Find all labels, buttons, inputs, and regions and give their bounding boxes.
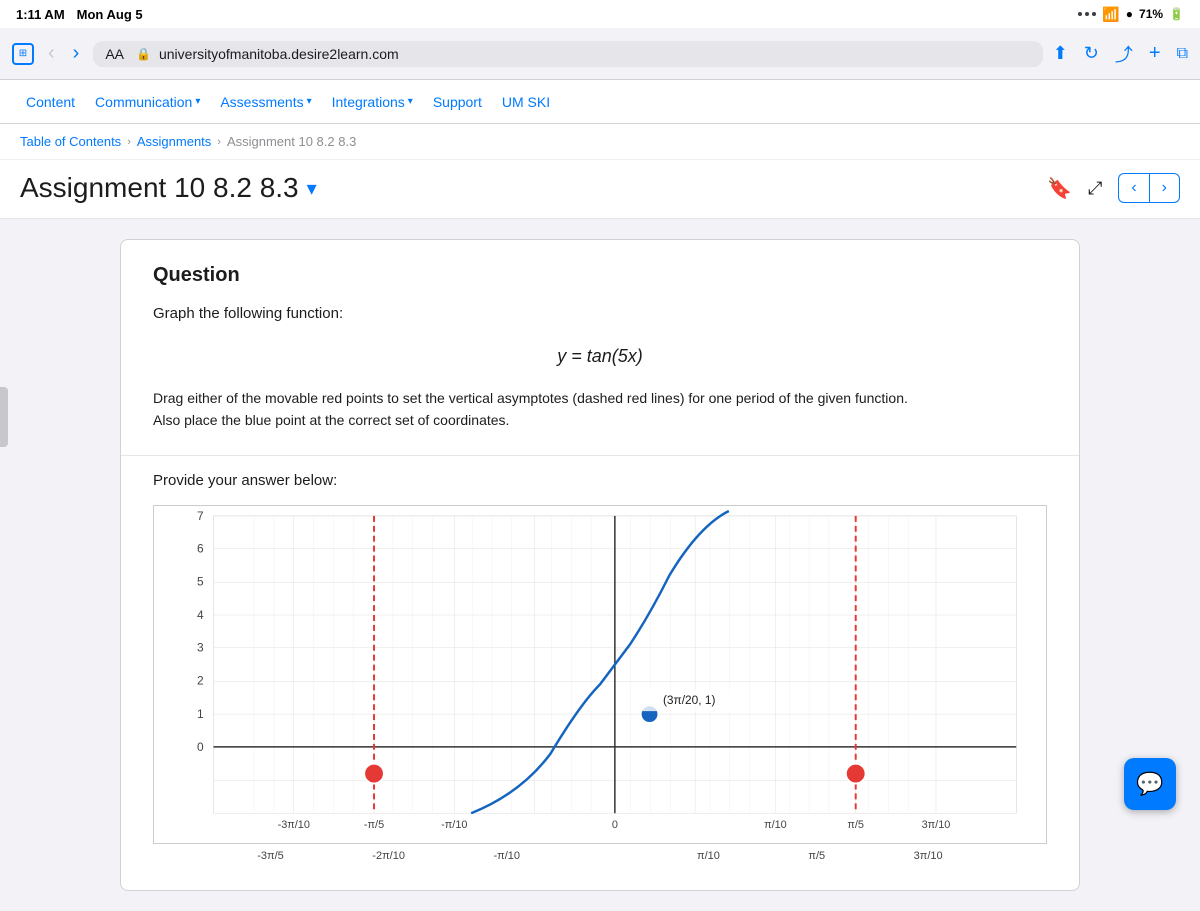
svg-text:π/5: π/5 [847, 819, 864, 831]
nav-assessments[interactable]: Assessments ▾ [210, 80, 321, 124]
tabs-icon[interactable]: ⧉ [1177, 45, 1188, 63]
xlabel-3: -π/10 [493, 850, 520, 862]
nav-integrations-label: Integrations [332, 94, 405, 110]
battery-icon: 🔋 [1169, 7, 1184, 21]
xlabel-1: -3π/5 [257, 850, 284, 862]
svg-text:3π/10: 3π/10 [922, 819, 951, 831]
header-actions: 🔖 ⤢ ‹ › [1047, 173, 1180, 203]
xlabel-5: π/10 [697, 850, 720, 862]
breadcrumb-sep-1: › [127, 136, 131, 148]
page-title: Assignment 10 8.2 8.3 [20, 172, 299, 204]
nav-support[interactable]: Support [423, 80, 492, 124]
forward-button[interactable]: › [69, 42, 84, 65]
page-title-row: Assignment 10 8.2 8.3 ▾ [20, 172, 317, 204]
back-button[interactable]: ‹ [44, 42, 59, 65]
nav-umski[interactable]: UM SKI [492, 80, 560, 124]
svg-text:6: 6 [197, 542, 204, 556]
nav-umski-label: UM SKI [502, 94, 550, 110]
address-bar[interactable]: AA 🔒 universityofmanitoba.desire2learn.c… [93, 41, 1042, 67]
tab-grid-icon[interactable]: ⊞ [12, 43, 34, 65]
nav-arrows: ‹ › [1118, 173, 1180, 203]
breadcrumb-toc[interactable]: Table of Contents [20, 134, 121, 149]
x-axis-labels-row: -3π/5 -2π/10 -π/10 π/10 π/5 3π/10 [153, 846, 1047, 866]
title-dropdown-chevron[interactable]: ▾ [307, 176, 317, 201]
xlabel-6: π/5 [808, 850, 825, 862]
next-assignment-button[interactable]: › [1149, 173, 1180, 203]
svg-text:3: 3 [197, 641, 204, 655]
communication-chevron: ▾ [195, 96, 200, 107]
svg-text:4: 4 [197, 608, 204, 622]
formula-display: y = tan(5x) [153, 346, 1047, 367]
breadcrumb-sep-2: › [217, 136, 221, 148]
page-header: Assignment 10 8.2 8.3 ▾ 🔖 ⤢ ‹ › [0, 160, 1200, 219]
svg-text:1: 1 [197, 707, 204, 721]
nav-support-label: Support [433, 94, 482, 110]
more-menu-icon [1078, 12, 1096, 16]
xlabel-7: 3π/10 [914, 850, 943, 862]
svg-text:-π/10: -π/10 [441, 819, 467, 831]
chat-button[interactable]: 💬 [1124, 758, 1176, 810]
xlabel-2: -2π/10 [372, 850, 405, 862]
prev-assignment-button[interactable]: ‹ [1118, 173, 1148, 203]
svg-text:5: 5 [197, 575, 204, 589]
breadcrumb-current: Assignment 10 8.2 8.3 [227, 134, 356, 149]
toolbar-right: ⬆ ↻ ⤴ + ⧉ [1053, 41, 1188, 67]
breadcrumb-assignments[interactable]: Assignments [137, 134, 211, 149]
svg-text:π/10: π/10 [764, 819, 787, 831]
add-tab-icon[interactable]: + [1149, 42, 1161, 65]
question-card: Question Graph the following function: y… [120, 239, 1080, 891]
reload-icon[interactable]: ↻ [1084, 43, 1099, 64]
site-navigation: Content Communication ▾ Assessments ▾ In… [0, 80, 1200, 124]
question-title: Question [153, 264, 1047, 287]
svg-text:-π/5: -π/5 [364, 819, 384, 831]
lock-icon: 🔒 [136, 47, 151, 61]
svg-text:0: 0 [197, 740, 204, 754]
share-box-icon[interactable]: ⤴ [1115, 41, 1133, 67]
url-text: universityofmanitoba.desire2learn.com [159, 46, 399, 62]
share-icon[interactable]: ⬆ [1053, 43, 1068, 64]
svg-text:-3π/10: -3π/10 [278, 819, 310, 831]
wifi-icon: 📶 [1102, 6, 1119, 23]
day: Mon Aug 5 [77, 7, 143, 22]
chat-icon: 💬 [1136, 771, 1163, 797]
assessments-chevron: ▾ [307, 96, 312, 107]
nav-content-label: Content [26, 94, 75, 110]
time: 1:11 AM [16, 7, 65, 22]
svg-text:0: 0 [612, 819, 618, 831]
svg-text:(3π/20, 1): (3π/20, 1) [663, 693, 715, 707]
question-description: Graph the following function: [153, 303, 1047, 326]
aa-label[interactable]: AA [105, 46, 124, 62]
status-bar: 1:11 AM Mon Aug 5 📶 ● 71% 🔋 [0, 0, 1200, 28]
status-bar-right: 📶 ● 71% 🔋 [1078, 6, 1184, 23]
nav-content[interactable]: Content [16, 80, 85, 124]
expand-icon[interactable]: ⤢ [1088, 178, 1102, 199]
answer-label: Provide your answer below: [153, 472, 1047, 489]
svg-text:7: 7 [197, 509, 204, 523]
nav-assessments-label: Assessments [220, 94, 303, 110]
breadcrumb: Table of Contents › Assignments › Assign… [0, 124, 1200, 160]
nav-communication[interactable]: Communication ▾ [85, 80, 210, 124]
signal-icon: ● [1126, 7, 1133, 21]
integrations-chevron: ▾ [408, 96, 413, 107]
nav-communication-label: Communication [95, 94, 192, 110]
graph-container[interactable]: 7 6 5 4 3 2 1 0 -3π/10 -π/5 -π/10 0 π/10… [153, 505, 1047, 844]
status-bar-left: 1:11 AM Mon Aug 5 [16, 7, 143, 22]
nav-integrations[interactable]: Integrations ▾ [322, 80, 423, 124]
battery: 71% [1139, 7, 1163, 21]
browser-chrome: ⊞ ‹ › AA 🔒 universityofmanitoba.desire2l… [0, 28, 1200, 80]
svg-text:2: 2 [197, 674, 204, 688]
graph-svg: 7 6 5 4 3 2 1 0 -3π/10 -π/5 -π/10 0 π/10… [154, 506, 1046, 843]
bookmark-icon[interactable]: 🔖 [1047, 176, 1072, 201]
left-edge-tab [0, 387, 8, 447]
section-divider [121, 455, 1079, 456]
content-area: Question Graph the following function: y… [0, 219, 1200, 911]
instruction-text: Drag either of the movable red points to… [153, 387, 1047, 432]
